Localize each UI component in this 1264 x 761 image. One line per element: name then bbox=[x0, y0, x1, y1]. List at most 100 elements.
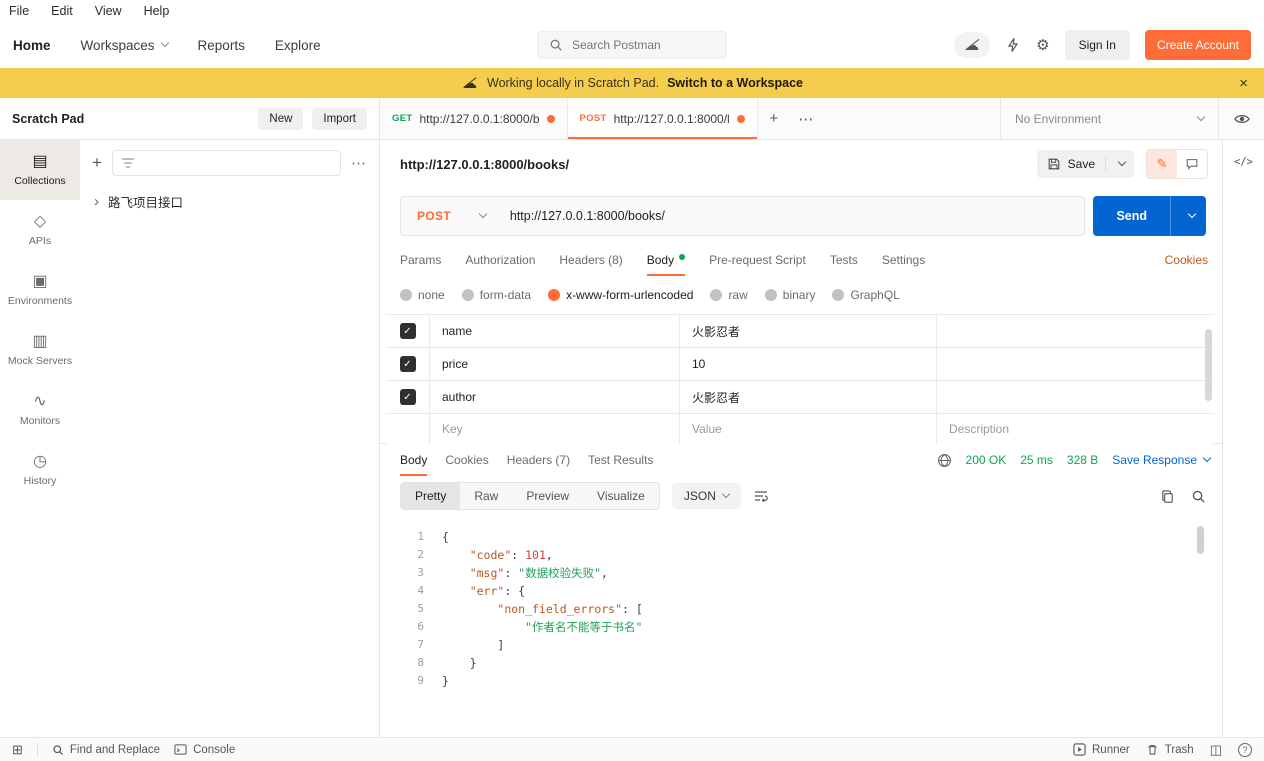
view-pretty[interactable]: Pretty bbox=[401, 483, 460, 509]
expand-chevron-icon[interactable]: › bbox=[94, 194, 99, 209]
tab-authorization[interactable]: Authorization bbox=[465, 244, 535, 276]
search-response-icon[interactable] bbox=[1191, 489, 1206, 504]
sidebar-item-collections[interactable]: ▤ Collections bbox=[0, 140, 80, 200]
sidebar-item-apis[interactable]: ◇ APIs bbox=[0, 200, 80, 260]
add-collection-button[interactable]: + bbox=[92, 153, 102, 173]
copy-icon[interactable] bbox=[1160, 489, 1175, 504]
tab-params[interactable]: Params bbox=[400, 244, 441, 276]
collection-filter-input[interactable] bbox=[112, 150, 341, 176]
tab-settings[interactable]: Settings bbox=[882, 244, 925, 276]
help-icon[interactable]: ? bbox=[1238, 743, 1252, 757]
settings-gear-icon[interactable]: ⚙ bbox=[1036, 38, 1049, 53]
nav-reports[interactable]: Reports bbox=[198, 38, 245, 53]
console-button[interactable]: Console bbox=[174, 743, 235, 756]
send-button[interactable]: Send bbox=[1093, 196, 1206, 236]
import-button[interactable]: Import bbox=[312, 108, 367, 130]
row-checkbox[interactable]: ✓ bbox=[400, 389, 416, 405]
table-cell[interactable]: 火影忍者 bbox=[680, 315, 937, 347]
menu-file[interactable]: File bbox=[9, 4, 29, 18]
workspace-grid-icon[interactable]: ⊞ bbox=[12, 743, 23, 756]
response-tab-test-results[interactable]: Test Results bbox=[588, 444, 653, 476]
table-row[interactable]: ✓ author火影忍者 bbox=[386, 381, 1214, 414]
banner-close-icon[interactable]: × bbox=[1239, 75, 1248, 92]
sidebar-item-environments[interactable]: ▣ Environments bbox=[0, 260, 80, 320]
more-options-icon[interactable]: ⋯ bbox=[351, 154, 367, 172]
method-select[interactable]: POST bbox=[401, 209, 504, 223]
tab-tests[interactable]: Tests bbox=[830, 244, 858, 276]
body-type-none[interactable]: none bbox=[400, 288, 445, 302]
view-raw[interactable]: Raw bbox=[460, 483, 512, 509]
code-snippet-icon[interactable]: </> bbox=[1234, 156, 1253, 737]
menu-view[interactable]: View bbox=[95, 4, 122, 18]
description-placeholder[interactable]: Description bbox=[937, 414, 1214, 444]
row-checkbox[interactable]: ✓ bbox=[400, 323, 416, 339]
tab-options-icon[interactable]: ⋯ bbox=[790, 98, 822, 139]
request-tab-post[interactable]: POST http://127.0.0.1:8000/l bbox=[568, 98, 758, 139]
request-tab-get[interactable]: GET http://127.0.0.1:8000/b bbox=[380, 98, 568, 139]
key-placeholder[interactable]: Key bbox=[430, 414, 680, 444]
cloud-offline-icon[interactable]: ☁ bbox=[954, 32, 990, 58]
body-type-binary[interactable]: binary bbox=[765, 288, 816, 302]
switch-workspace-link[interactable]: Switch to a Workspace bbox=[667, 76, 803, 90]
table-cell[interactable]: 火影忍者 bbox=[680, 381, 937, 413]
runner-button[interactable]: Runner bbox=[1073, 743, 1130, 756]
body-type-form-data[interactable]: form-data bbox=[462, 288, 531, 302]
sign-in-button[interactable]: Sign In bbox=[1065, 30, 1130, 60]
table-row[interactable]: ✓ price10 bbox=[386, 348, 1214, 381]
save-dropdown[interactable] bbox=[1105, 156, 1134, 172]
response-tab-cookies[interactable]: Cookies bbox=[445, 444, 488, 476]
table-cell[interactable] bbox=[937, 348, 1214, 380]
trash-button[interactable]: Trash bbox=[1146, 743, 1194, 756]
new-button[interactable]: New bbox=[258, 108, 303, 130]
wrap-lines-icon[interactable] bbox=[753, 488, 769, 504]
tab-pre-request-script[interactable]: Pre-request Script bbox=[709, 244, 806, 276]
capture-requests-icon[interactable] bbox=[1005, 37, 1021, 53]
table-cell[interactable]: 10 bbox=[680, 348, 937, 380]
send-dropdown[interactable] bbox=[1170, 196, 1206, 236]
collection-item[interactable]: › 路飞项目接口 bbox=[92, 192, 367, 211]
sidebar-item-history[interactable]: ◷ History bbox=[0, 440, 80, 500]
table-cell[interactable]: price bbox=[430, 348, 680, 380]
table-cell[interactable] bbox=[937, 381, 1214, 413]
body-type-graphql[interactable]: GraphQL bbox=[832, 288, 899, 302]
menu-edit[interactable]: Edit bbox=[51, 4, 73, 18]
network-globe-icon[interactable] bbox=[937, 453, 952, 468]
menu-help[interactable]: Help bbox=[144, 4, 170, 18]
global-search[interactable]: Search Postman bbox=[537, 31, 727, 59]
body-type-x-www-form-urlencoded[interactable]: x-www-form-urlencoded bbox=[548, 288, 693, 302]
response-tab-headers[interactable]: Headers (7) bbox=[507, 444, 570, 476]
send-label[interactable]: Send bbox=[1093, 196, 1170, 236]
find-and-replace-button[interactable]: Find and Replace bbox=[52, 744, 160, 756]
create-account-button[interactable]: Create Account bbox=[1145, 30, 1251, 60]
edit-description-button[interactable]: ✎ bbox=[1147, 150, 1177, 178]
row-checkbox[interactable]: ✓ bbox=[400, 356, 416, 372]
body-type-raw[interactable]: raw bbox=[710, 288, 747, 302]
nav-explore[interactable]: Explore bbox=[275, 38, 321, 53]
save-response-button[interactable]: Save Response bbox=[1112, 453, 1210, 467]
table-cell[interactable]: author bbox=[430, 381, 680, 413]
url-input[interactable] bbox=[504, 209, 1085, 223]
two-pane-icon[interactable]: ◫ bbox=[1210, 743, 1222, 756]
table-scrollbar[interactable] bbox=[1205, 329, 1212, 401]
nav-workspaces[interactable]: Workspaces bbox=[81, 38, 168, 53]
save-button[interactable]: Save bbox=[1037, 150, 1134, 178]
save-main[interactable]: Save bbox=[1037, 150, 1105, 178]
tab-headers[interactable]: Headers (8) bbox=[559, 244, 622, 276]
nav-home[interactable]: Home bbox=[13, 38, 51, 53]
view-visualize[interactable]: Visualize bbox=[583, 483, 659, 509]
table-cell[interactable]: name bbox=[430, 315, 680, 347]
format-select[interactable]: JSON bbox=[672, 483, 741, 509]
response-tab-body[interactable]: Body bbox=[400, 444, 427, 476]
value-placeholder[interactable]: Value bbox=[680, 414, 937, 444]
table-row-placeholder[interactable]: Key Value Description bbox=[386, 414, 1214, 444]
comments-button[interactable] bbox=[1177, 150, 1207, 178]
environment-selector[interactable]: No Environment bbox=[1000, 98, 1218, 139]
new-tab-button[interactable]: + bbox=[758, 98, 790, 139]
tab-body[interactable]: Body bbox=[647, 244, 685, 276]
view-preview[interactable]: Preview bbox=[512, 483, 583, 509]
cookies-link[interactable]: Cookies bbox=[1165, 253, 1208, 267]
sidebar-item-monitors[interactable]: ∿ Monitors bbox=[0, 380, 80, 440]
table-cell[interactable] bbox=[937, 315, 1214, 347]
table-row[interactable]: ✓ name火影忍者 bbox=[386, 315, 1214, 348]
environment-quick-look[interactable] bbox=[1218, 98, 1264, 139]
